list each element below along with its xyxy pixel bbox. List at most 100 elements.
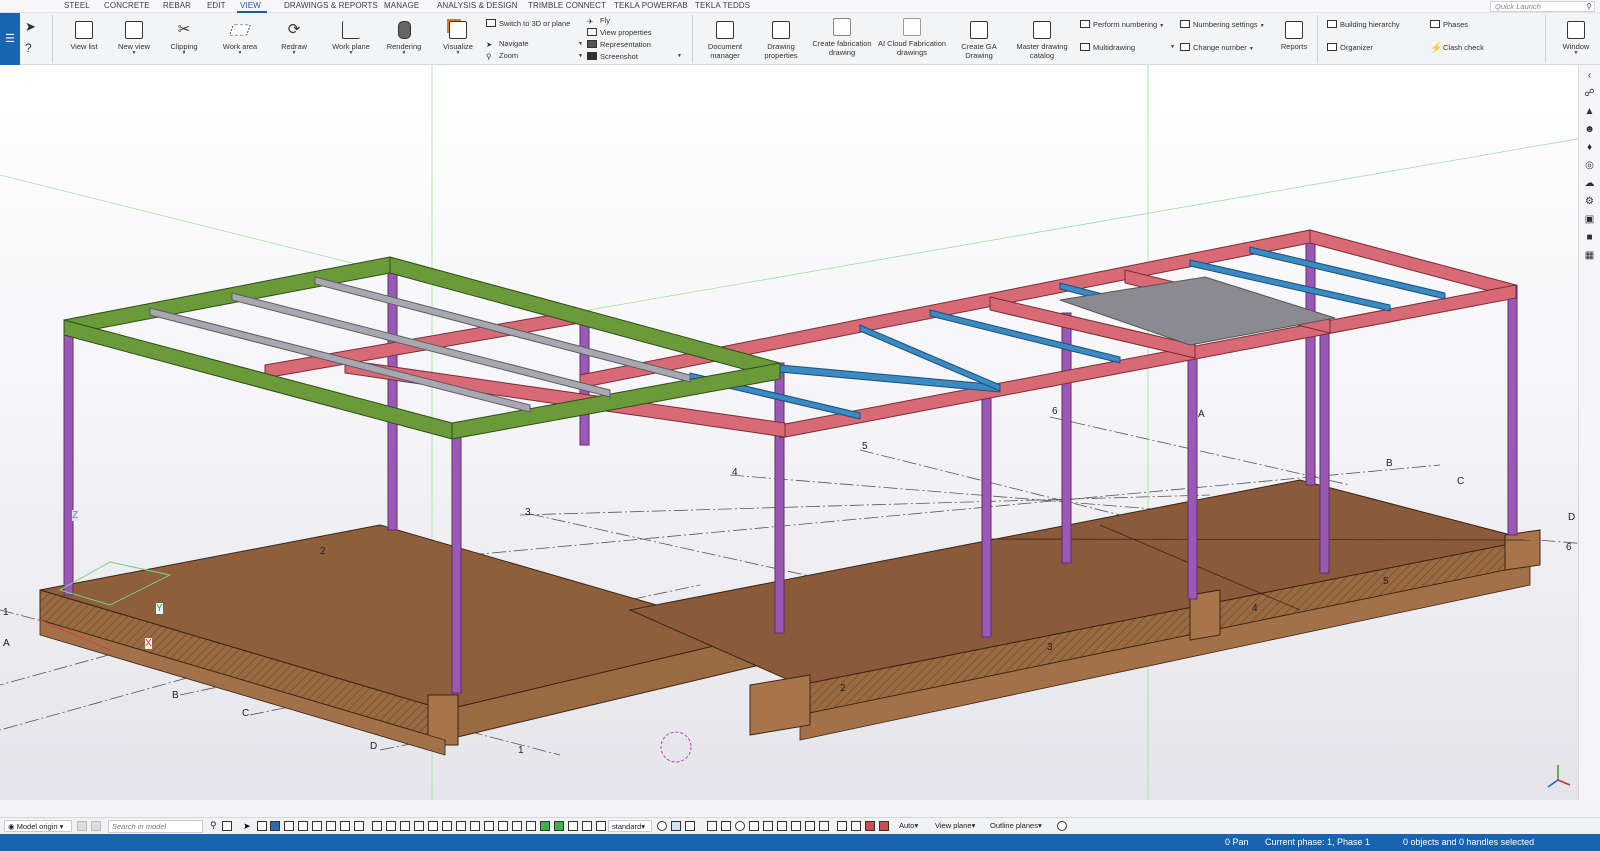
numbering-settings-button[interactable]: Numbering settings ▼ xyxy=(1180,20,1265,29)
organizer-button[interactable]: Organizer xyxy=(1327,43,1373,52)
tab-trimble-connect[interactable]: TRIMBLE CONNECT xyxy=(528,1,606,10)
auto-select[interactable]: Auto▾ xyxy=(896,820,926,832)
color-icon[interactable] xyxy=(879,821,889,831)
square-icon[interactable] xyxy=(721,821,731,831)
snap-mid-icon[interactable] xyxy=(442,821,452,831)
main-menu-button[interactable]: ☰ xyxy=(0,13,20,65)
visualize-button[interactable]: Visualize ▼ xyxy=(440,21,476,56)
collapse-icon[interactable]: ‹ xyxy=(1583,70,1596,81)
cut-icon[interactable] xyxy=(851,821,861,831)
search-model-input[interactable]: Search in model xyxy=(108,820,203,833)
parallel-icon[interactable] xyxy=(791,821,801,831)
3d-model-canvas[interactable] xyxy=(0,65,1578,800)
snap-grid-icon[interactable] xyxy=(568,821,578,831)
tab-drawings-reports[interactable]: DRAWINGS & REPORTS xyxy=(284,1,378,10)
snap-free-icon[interactable] xyxy=(526,821,536,831)
snap-edge-icon[interactable] xyxy=(414,821,424,831)
remove-icon[interactable] xyxy=(91,821,101,831)
snap-perp-icon[interactable] xyxy=(470,821,480,831)
chevron-down-icon[interactable]: ▼ xyxy=(578,41,583,47)
redraw-button[interactable]: ⟳ Redraw ▼ xyxy=(276,21,312,56)
triangle-icon[interactable] xyxy=(749,821,759,831)
model-origin-select[interactable]: ◉ Model origin ▾ xyxy=(4,820,72,832)
wave-icon[interactable] xyxy=(819,821,829,831)
ai-cloud-fabrication-button[interactable]: AI Cloud Fabrication drawings xyxy=(878,18,946,57)
tab-analysis-design[interactable]: ANALYSIS & DESIGN xyxy=(437,1,518,10)
eye-icon[interactable] xyxy=(685,821,695,831)
gear-icon[interactable] xyxy=(657,821,667,831)
clipping-button[interactable]: ✂ Clipping ▼ xyxy=(166,21,202,56)
bracket-icon[interactable] xyxy=(837,821,847,831)
pointer-icon[interactable] xyxy=(671,821,681,831)
search-icon[interactable]: ⚲ xyxy=(207,820,217,832)
create-fabrication-drawing-button[interactable]: Create fabrication drawing xyxy=(810,18,874,57)
chevron-down-icon[interactable]: ▼ xyxy=(677,53,682,59)
select-welds-icon[interactable] xyxy=(326,821,336,831)
select-arrow-icon[interactable]: ➤ xyxy=(25,19,36,35)
find-icon[interactable] xyxy=(222,821,232,831)
help-icon[interactable]: ? xyxy=(25,41,32,55)
angle-icon[interactable] xyxy=(777,821,787,831)
tab-tekla-powerfab[interactable]: TEKLA POWERFAB xyxy=(614,1,688,10)
view-plane-select[interactable]: View plane▾ xyxy=(932,820,982,832)
select-filter-icon[interactable] xyxy=(257,821,267,831)
standard-select[interactable]: standard▾ xyxy=(608,820,652,832)
select-points-icon[interactable] xyxy=(298,821,308,831)
tab-concrete[interactable]: CONCRETE xyxy=(104,1,150,10)
building-hierarchy-button[interactable]: Building hierarchy xyxy=(1327,20,1400,29)
components-icon[interactable]: ▦ xyxy=(1583,250,1596,261)
select-parts-icon[interactable] xyxy=(270,821,280,831)
snap-active-icon[interactable] xyxy=(554,821,564,831)
close-box-icon[interactable] xyxy=(763,821,773,831)
representation-button[interactable]: Representation xyxy=(587,40,651,49)
circle-icon[interactable] xyxy=(735,821,745,831)
snap-geometry-icon[interactable] xyxy=(582,821,592,831)
snap-tool-icon[interactable] xyxy=(596,821,606,831)
fly-button[interactable]: ✈ Fly xyxy=(587,16,610,26)
screenshot-button[interactable]: Screenshot xyxy=(587,52,638,61)
chevron-down-icon[interactable]: ▼ xyxy=(1170,44,1175,50)
select-lines-icon[interactable] xyxy=(312,821,322,831)
create-ga-drawing-button[interactable]: Create GA Drawing xyxy=(956,21,1002,60)
window-button[interactable]: Window ▼ xyxy=(1556,21,1596,56)
zoom-button[interactable]: ⚲ Zoom xyxy=(486,51,518,61)
snap-end-icon[interactable] xyxy=(428,821,438,831)
work-plane-button[interactable]: Work plane ▼ xyxy=(330,21,372,56)
master-drawing-catalog-button[interactable]: Master drawing catalog xyxy=(1012,21,1072,60)
drawing-properties-button[interactable]: Drawing properties xyxy=(758,21,804,60)
multidrawing-button[interactable]: Multidrawing xyxy=(1080,43,1135,52)
tab-rebar[interactable]: REBAR xyxy=(163,1,191,10)
select-arrow-icon[interactable]: ➤ xyxy=(243,821,253,831)
tab-manage[interactable]: MANAGE xyxy=(384,1,419,10)
model-viewport[interactable]: 1 A B C D 1 2 3 4 5 6 A B C D 6 2 3 4 5 … xyxy=(0,65,1578,800)
users-icon[interactable]: ☻ xyxy=(1583,124,1596,135)
select-bolts-icon[interactable] xyxy=(340,821,350,831)
snap-cross-icon[interactable] xyxy=(386,821,396,831)
change-number-button[interactable]: Change number ▼ xyxy=(1180,43,1254,52)
tab-tekla-tedds[interactable]: TEKLA TEDDS xyxy=(695,1,750,10)
view-properties-button[interactable]: View properties xyxy=(587,28,652,37)
gear-icon[interactable]: ⚙ xyxy=(1583,196,1596,207)
chevron-down-icon[interactable]: ▼ xyxy=(578,53,583,59)
snap-icon[interactable] xyxy=(372,821,382,831)
layers-icon[interactable]: ▣ xyxy=(1583,214,1596,225)
grad-cap-icon[interactable]: ▲ xyxy=(1583,106,1596,117)
snap-line-icon[interactable] xyxy=(484,821,494,831)
clash-check-button[interactable]: ⚡Clash check xyxy=(1430,43,1484,54)
cross-select-icon[interactable] xyxy=(707,821,717,831)
eye-icon[interactable] xyxy=(1057,821,1067,831)
perform-numbering-button[interactable]: Perform numbering ▼ xyxy=(1080,20,1164,29)
tab-edit[interactable]: EDIT xyxy=(207,1,226,10)
globe-icon[interactable]: ◎ xyxy=(1583,160,1596,171)
tab-steel[interactable]: STEEL xyxy=(64,1,90,10)
snap-center-icon[interactable] xyxy=(456,821,466,831)
add-icon[interactable] xyxy=(77,821,87,831)
cloud-icon[interactable]: ☁ xyxy=(1583,178,1596,189)
reports-button[interactable]: Reports xyxy=(1276,21,1312,51)
navigate-button[interactable]: ➤ Navigate xyxy=(486,39,529,49)
snap-active-icon[interactable] xyxy=(540,821,550,831)
rendering-button[interactable]: Rendering ▼ xyxy=(383,21,425,56)
snap-box-icon[interactable] xyxy=(400,821,410,831)
tab-view[interactable]: VIEW xyxy=(240,1,261,10)
outline-planes-select[interactable]: Outline planes▾ xyxy=(987,820,1051,832)
